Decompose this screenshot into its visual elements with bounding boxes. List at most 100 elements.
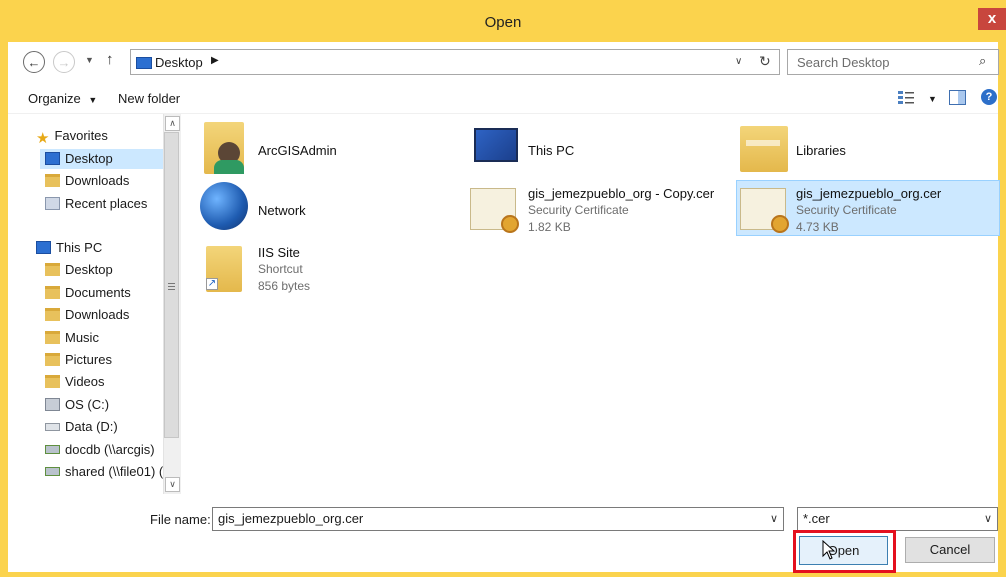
file-item-this-pc[interactable]: This PC (470, 122, 670, 178)
downloads-folder-icon (45, 174, 60, 188)
up-arrow-icon[interactable]: ↑ (106, 51, 114, 68)
sidebar-item-desktop-fav[interactable]: Desktop (40, 149, 163, 169)
view-options-icon[interactable] (897, 89, 915, 105)
breadcrumb-desktop[interactable]: Desktop (155, 55, 203, 70)
file-item-cert-copy[interactable]: gis_jemezpueblo_org - Copy.cer Security … (470, 182, 730, 238)
window-frame-left (0, 42, 8, 577)
organize-button[interactable]: Organize ▼ (28, 91, 97, 106)
file-name: Libraries (796, 143, 846, 158)
file-item-iis-site[interactable]: ↗ IIS Site Shortcut 856 bytes (200, 242, 400, 298)
scrollbar-thumb[interactable] (164, 132, 179, 438)
file-type: Security Certificate (528, 203, 629, 217)
navigation-pane: ★ Favorites Desktop Downloads Recent plac… (8, 114, 183, 498)
sidebar-item-label: Desktop (65, 151, 113, 166)
certificate-icon (470, 188, 519, 233)
sidebar-item-docdb[interactable]: docdb (\\arcgis) (45, 440, 155, 460)
star-icon: ★ (36, 130, 50, 148)
preview-pane-icon[interactable] (949, 90, 966, 105)
computer-icon (36, 241, 51, 255)
sidebar-item-downloads-fav[interactable]: Downloads (45, 171, 129, 191)
shortcut-folder-icon: ↗ (206, 246, 242, 292)
file-item-libraries[interactable]: Libraries (740, 122, 940, 178)
sidebar-item-label: Documents (65, 285, 131, 300)
file-item-arcgisadmin[interactable]: ArcGISAdmin (200, 122, 400, 178)
computer-icon (474, 128, 518, 162)
file-type-value: *.cer (803, 511, 830, 526)
forward-arrow-icon[interactable]: → (53, 51, 75, 73)
recent-locations-chevron-icon[interactable]: ▼ (85, 55, 94, 65)
recent-places-icon (45, 197, 60, 211)
file-name-input[interactable]: gis_jemezpueblo_org.cer ∨ (212, 507, 784, 531)
scroll-up-icon[interactable]: ∧ (165, 116, 180, 131)
file-item-network[interactable]: Network (200, 182, 400, 238)
sidebar-item-music[interactable]: Music (45, 328, 99, 348)
sidebar-item-data-d[interactable]: Data (D:) (45, 417, 118, 437)
network-drive-icon (45, 445, 60, 455)
organize-chevron-icon: ▼ (88, 95, 98, 105)
breadcrumb-chevron-icon[interactable]: ▶ (211, 55, 219, 66)
drive-icon (45, 398, 60, 412)
mouse-cursor-icon (822, 540, 836, 560)
music-folder-icon (45, 331, 60, 345)
sidebar-item-pictures[interactable]: Pictures (45, 350, 112, 370)
sidebar-this-pc[interactable]: This PC (36, 238, 102, 258)
network-globe-icon (200, 182, 248, 230)
certificate-icon (740, 188, 789, 233)
sidebar-item-downloads[interactable]: Downloads (45, 305, 129, 325)
sidebar-item-label: Videos (65, 374, 105, 389)
sidebar-item-label: Downloads (65, 173, 130, 188)
sidebar-item-os-c[interactable]: OS (C:) (45, 395, 109, 415)
file-name: ArcGISAdmin (258, 143, 337, 158)
sidebar-item-label: docdb (\\arcgis) (65, 442, 155, 457)
sidebar-item-videos[interactable]: Videos (45, 372, 105, 392)
file-name-label: File name: (150, 512, 211, 527)
sidebar-item-desktop[interactable]: Desktop (45, 260, 113, 280)
pictures-folder-icon (45, 353, 60, 367)
view-options-chevron-icon[interactable]: ▼ (928, 94, 937, 104)
help-icon[interactable]: ? (981, 89, 997, 105)
address-dropdown-icon[interactable]: ∨ (735, 56, 742, 67)
sidebar-this-pc-label: This PC (56, 240, 103, 255)
search-field[interactable]: Search Desktop ⌕ (787, 49, 999, 75)
scroll-down-icon[interactable]: ∨ (165, 477, 180, 492)
documents-folder-icon (45, 286, 60, 300)
close-button[interactable]: x (978, 8, 1006, 30)
file-size: 856 bytes (258, 279, 311, 293)
window-frame-right (998, 42, 1006, 577)
sidebar-item-label: Recent places (65, 196, 148, 211)
file-size: 1.82 KB (528, 220, 571, 234)
sidebar-item-recent-places[interactable]: Recent places (45, 194, 147, 214)
sidebar-item-label: shared (\\file01) ( (65, 464, 164, 479)
file-size: 4.73 KB (796, 220, 839, 234)
downloads-folder-icon (45, 308, 60, 322)
file-type: Shortcut (258, 262, 303, 276)
file-name-value: gis_jemezpueblo_org.cer (218, 511, 364, 526)
refresh-icon[interactable]: ↻ (759, 53, 771, 70)
address-bar[interactable]: Desktop ▶ ∨ ↻ (130, 49, 780, 75)
file-item-cert-selected[interactable]: gis_jemezpueblo_org.cer Security Certifi… (740, 182, 995, 238)
window-title: Open (484, 14, 522, 31)
sidebar-item-label: Data (D:) (65, 419, 118, 434)
file-type-dropdown-icon[interactable]: ∨ (984, 508, 992, 530)
open-button[interactable]: Open (799, 536, 888, 565)
desktop-folder-icon (45, 263, 60, 277)
new-folder-button[interactable]: New folder (118, 91, 180, 106)
desktop-icon (136, 57, 152, 69)
search-placeholder: Search Desktop (797, 55, 890, 70)
file-name: Network (258, 203, 306, 218)
user-folder-icon (204, 122, 244, 174)
sidebar-item-shared[interactable]: shared (\\file01) ( (45, 462, 171, 482)
file-name-dropdown-icon[interactable]: ∨ (770, 508, 778, 530)
file-type-select[interactable]: *.cer ∨ (797, 507, 998, 531)
search-icon[interactable]: ⌕ (979, 53, 986, 69)
sidebar-favorites[interactable]: ★ Favorites (36, 126, 108, 148)
file-name: gis_jemezpueblo_org.cer (796, 186, 942, 201)
back-arrow-icon[interactable]: ← (23, 51, 45, 73)
sidebar-item-label: Desktop (65, 262, 113, 277)
file-name: gis_jemezpueblo_org - Copy.cer (528, 186, 715, 201)
network-drive-icon (45, 467, 60, 477)
sidebar-item-documents[interactable]: Documents (45, 283, 131, 303)
cancel-button[interactable]: Cancel (905, 537, 995, 563)
file-type: Security Certificate (796, 203, 897, 217)
drive-icon (45, 422, 60, 431)
